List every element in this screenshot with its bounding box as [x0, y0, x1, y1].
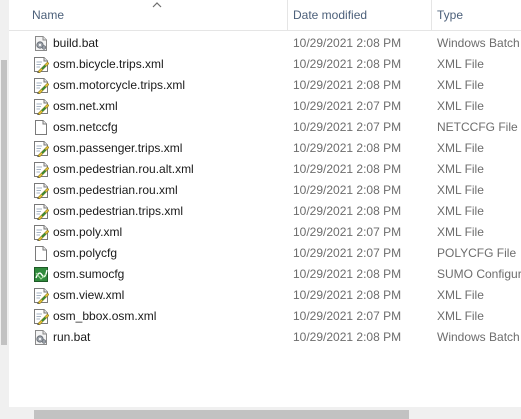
file-row[interactable]: osm.view.xml 10/29/2021 2:08 PM XML File — [9, 285, 521, 306]
file-name: osm.pedestrian.trips.xml — [53, 204, 184, 218]
file-type: XML File — [437, 141, 484, 155]
file-name: osm.netccfg — [53, 120, 118, 134]
file-date-modified: 10/29/2021 2:08 PM — [293, 141, 402, 155]
file-name: osm_bbox.osm.xml — [53, 309, 157, 323]
file-date-modified: 10/29/2021 2:07 PM — [293, 225, 402, 239]
file-type: NETCCFG File — [437, 120, 518, 134]
blank-file-icon — [33, 119, 49, 136]
xml-file-icon — [33, 161, 50, 179]
file-name: osm.net.xml — [53, 99, 118, 113]
file-date-modified: 10/29/2021 2:07 PM — [293, 99, 402, 113]
xml-file-icon — [33, 140, 50, 158]
file-date-modified: 10/29/2021 2:08 PM — [293, 288, 402, 302]
xml-file-icon — [33, 308, 50, 326]
file-row[interactable]: run.bat 10/29/2021 2:08 PM Windows Batch — [9, 327, 521, 348]
file-name: osm.pedestrian.rou.xml — [53, 183, 178, 197]
file-row[interactable]: osm.netccfg 10/29/2021 2:07 PM NETCCFG Fil… — [9, 117, 521, 138]
file-date-modified: 10/29/2021 2:08 PM — [293, 183, 402, 197]
file-row[interactable]: osm.poly.xml 10/29/2021 2:07 PM XML File — [9, 222, 521, 243]
xml-file-icon — [33, 182, 50, 200]
file-date-modified: 10/29/2021 2:07 PM — [293, 246, 402, 260]
file-row[interactable]: osm.pedestrian.rou.alt.xml 10/29/2021 2:0… — [9, 159, 521, 180]
file-type: XML File — [437, 162, 484, 176]
sumo-config-icon — [33, 266, 49, 283]
file-name: osm.sumocfg — [53, 267, 125, 281]
file-type: Windows Batch — [437, 330, 520, 344]
file-row[interactable]: osm.sumocfg 10/29/2021 2:08 PM SUMO Config… — [9, 264, 521, 285]
file-row[interactable]: osm.passenger.trips.xml 10/29/2021 2:08 P… — [9, 138, 521, 159]
file-type: XML File — [437, 288, 484, 302]
file-row[interactable]: osm.bicycle.trips.xml 10/29/2021 2:08 PM X… — [9, 54, 521, 75]
file-type: XML File — [437, 99, 484, 113]
file-name: osm.view.xml — [53, 288, 125, 302]
vertical-scrollbar[interactable] — [0, 0, 9, 407]
horizontal-scrollbar[interactable] — [0, 407, 521, 419]
batch-file-icon — [33, 35, 49, 52]
file-date-modified: 10/29/2021 2:08 PM — [293, 162, 402, 176]
file-date-modified: 10/29/2021 2:08 PM — [293, 204, 402, 218]
file-date-modified: 10/29/2021 2:07 PM — [293, 120, 402, 134]
xml-file-icon — [33, 56, 50, 74]
file-type: XML File — [437, 183, 484, 197]
file-row[interactable]: osm.motorcycle.trips.xml 10/29/2021 2:08 … — [9, 75, 521, 96]
file-name: osm.polycfg — [53, 246, 118, 260]
file-row[interactable]: osm.net.xml 10/29/2021 2:07 PM XML File — [9, 96, 521, 117]
column-header-bar: Name Date modified Type — [9, 0, 521, 31]
file-type: Windows Batch — [437, 36, 520, 50]
file-date-modified: 10/29/2021 2:08 PM — [293, 36, 402, 50]
file-row[interactable]: osm.pedestrian.rou.xml 10/29/2021 2:08 PM… — [9, 180, 521, 201]
file-name: run.bat — [53, 330, 91, 344]
column-header-type[interactable]: Type — [431, 0, 521, 30]
file-list: build.bat 10/29/2021 2:08 PM Windows Batch… — [9, 33, 521, 348]
column-header-name[interactable]: Name — [26, 0, 292, 30]
file-name: osm.motorcycle.trips.xml — [53, 78, 186, 92]
horizontal-scrollbar-thumb[interactable] — [34, 410, 409, 419]
file-name: osm.pedestrian.rou.alt.xml — [53, 162, 194, 176]
blank-file-icon — [33, 245, 49, 262]
file-type: XML File — [437, 78, 484, 92]
file-type: POLYCFG File — [437, 246, 517, 260]
file-date-modified: 10/29/2021 2:08 PM — [293, 267, 402, 281]
file-row[interactable]: build.bat 10/29/2021 2:08 PM Windows Batch — [9, 33, 521, 54]
file-type: XML File — [437, 225, 484, 239]
column-header-date-modified[interactable]: Date modified — [287, 0, 431, 30]
file-name: build.bat — [53, 36, 99, 50]
file-name: osm.poly.xml — [53, 225, 123, 239]
file-type: SUMO Configur — [437, 267, 521, 281]
xml-file-icon — [33, 77, 50, 95]
file-row[interactable]: osm.pedestrian.trips.xml 10/29/2021 2:08 … — [9, 201, 521, 222]
file-date-modified: 10/29/2021 2:07 PM — [293, 309, 402, 323]
file-type: XML File — [437, 204, 484, 218]
file-type: XML File — [437, 309, 484, 323]
file-name: osm.passenger.trips.xml — [53, 141, 183, 155]
file-name: osm.bicycle.trips.xml — [53, 57, 164, 71]
xml-file-icon — [33, 224, 50, 242]
file-explorer-window: Name Date modified Type build.bat 10/29/2… — [0, 0, 521, 419]
xml-file-icon — [33, 287, 50, 305]
scroll-left-arrow-icon[interactable] — [0, 407, 28, 419]
xml-file-icon — [33, 98, 50, 116]
batch-file-icon — [33, 329, 49, 346]
file-type: XML File — [437, 57, 484, 71]
file-date-modified: 10/29/2021 2:08 PM — [293, 78, 402, 92]
file-row[interactable]: osm_bbox.osm.xml 10/29/2021 2:07 PM XML Fi… — [9, 306, 521, 327]
xml-file-icon — [33, 203, 50, 221]
file-row[interactable]: osm.polycfg 10/29/2021 2:07 PM POLYCFG Fil… — [9, 243, 521, 264]
file-date-modified: 10/29/2021 2:08 PM — [293, 330, 402, 344]
vertical-scrollbar-thumb[interactable] — [1, 60, 7, 345]
file-date-modified: 10/29/2021 2:08 PM — [293, 57, 402, 71]
